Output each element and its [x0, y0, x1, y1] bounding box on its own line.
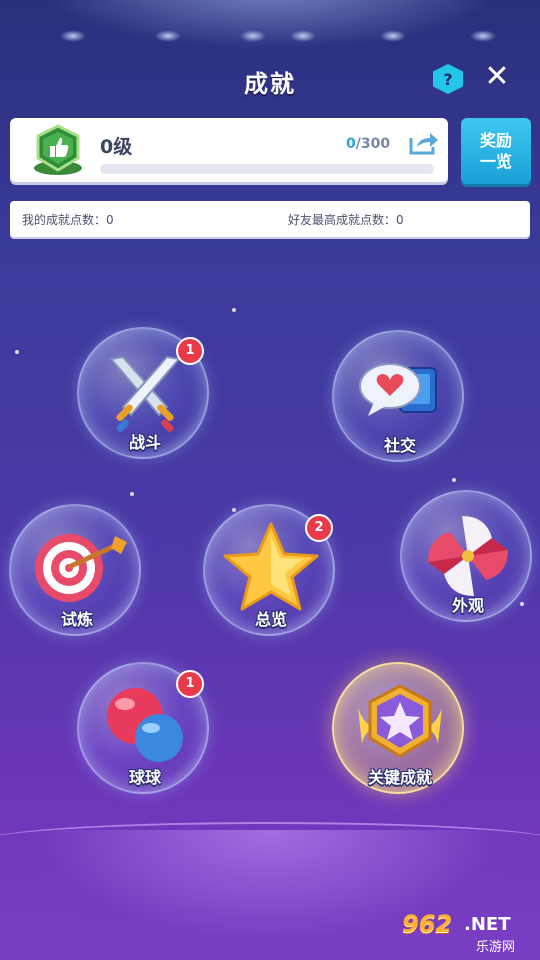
watermark-domain: .NET: [464, 914, 511, 935]
stage-light: [155, 30, 181, 42]
category-label: 关键成就: [367, 768, 432, 787]
stage-light: [240, 30, 266, 42]
stage-light: [60, 30, 86, 42]
level-progress-current: 0: [346, 136, 356, 152]
watermark-number: 962: [402, 910, 453, 938]
stage-lights: [0, 0, 540, 60]
my-points: 我的成就点数：0: [22, 213, 114, 227]
category-label: 球球: [128, 768, 161, 787]
category-social[interactable]: 社交: [332, 330, 464, 462]
reward-button-line1: 奖励: [479, 131, 512, 150]
stage-light: [470, 30, 496, 42]
close-button[interactable]: ✕: [480, 60, 514, 94]
level-progress-text: 0/300: [346, 136, 390, 152]
share-icon[interactable]: [408, 130, 440, 156]
sparkle: [130, 492, 134, 496]
category-label: 社交: [383, 436, 416, 455]
category-overview[interactable]: 总览 2: [203, 504, 335, 636]
reward-overview-button[interactable]: 奖励 一览: [461, 118, 531, 184]
sparkle: [15, 350, 19, 354]
category-trial[interactable]: 试炼: [9, 504, 141, 636]
level-progress-total: /300: [355, 136, 391, 152]
category-appearance[interactable]: 外观: [400, 490, 532, 622]
category-battle[interactable]: 战斗 1: [77, 327, 209, 459]
level-label: 0级: [100, 136, 133, 158]
points-bar: 我的成就点数：0 好友最高成就点数：0: [10, 201, 530, 237]
site-watermark: 962 .NET 乐游网: [402, 910, 536, 956]
notification-badge: 1: [176, 337, 204, 365]
category-label: 战斗: [128, 433, 161, 452]
category-balls[interactable]: 球球 1: [77, 662, 209, 794]
category-label: 外观: [451, 596, 484, 615]
notification-badge: 1: [176, 670, 204, 698]
sparkle: [452, 478, 456, 482]
category-label: 试炼: [60, 610, 93, 629]
stage-light: [380, 30, 406, 42]
stage-light: [290, 30, 316, 42]
reward-button-line2: 一览: [479, 152, 512, 171]
sparkle: [232, 308, 236, 312]
thumbs-up-badge-icon: [34, 124, 82, 175]
level-card: 0级 0/300: [10, 118, 448, 182]
level-progress-bar: [100, 164, 434, 174]
category-key-achievement[interactable]: 关键成就: [332, 662, 464, 794]
category-label: 总览: [254, 610, 287, 629]
watermark-name: 乐游网: [476, 940, 516, 955]
header: 成就 ? ✕: [0, 60, 540, 100]
notification-badge: 2: [305, 514, 333, 542]
friends-best-points: 好友最高成就点数：0: [288, 213, 404, 227]
